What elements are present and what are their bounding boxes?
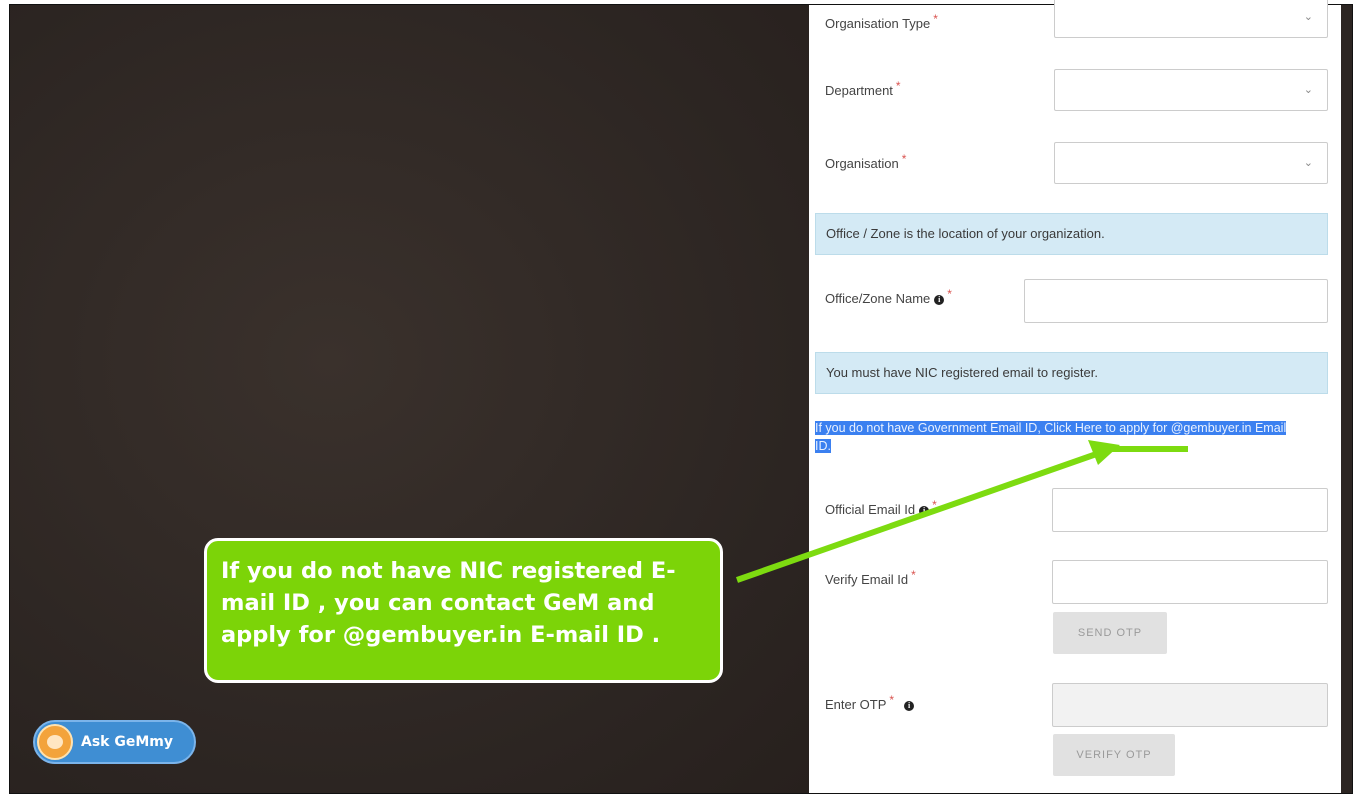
mascot-face [47, 735, 63, 749]
arrow-shaft [736, 448, 1106, 583]
ask-gemmy-button[interactable]: Ask GeMmy [33, 720, 196, 764]
ask-gemmy-label: Ask GeMmy [81, 734, 173, 750]
mascot-icon [37, 724, 73, 760]
annotation-callout: If you do not have NIC registered E-mail… [204, 538, 723, 683]
